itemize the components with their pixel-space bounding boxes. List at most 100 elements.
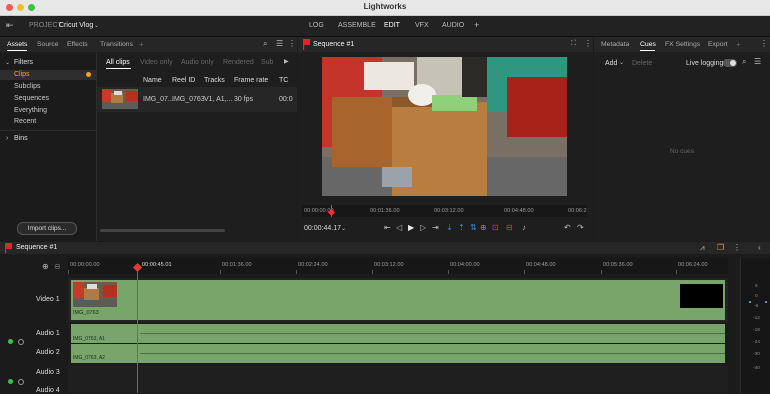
more-options-icon[interactable]: ⋮	[584, 40, 592, 48]
timeline-title: Sequence #1	[16, 244, 58, 251]
column-tc[interactable]: TC	[279, 77, 288, 84]
audio-enable-toggle[interactable]	[8, 379, 13, 384]
track-label-audio-3[interactable]: Audio 3	[36, 369, 60, 376]
timeline-playhead[interactable]	[137, 270, 138, 393]
assets-tab-underline	[7, 50, 27, 51]
audio-mix-icon[interactable]: ⩘	[700, 244, 705, 252]
microphone-icon[interactable]: ♪	[522, 224, 526, 232]
column-tracks[interactable]: Tracks	[204, 77, 225, 84]
video-clip-label: IMG_0763	[73, 310, 99, 316]
undo-icon[interactable]: ↶	[564, 224, 571, 232]
list-view-icon[interactable]: ☰	[754, 58, 761, 66]
chevron-right-icon[interactable]: ›	[6, 135, 8, 143]
tab-source[interactable]: Source	[37, 41, 59, 48]
step-forward-icon[interactable]: ▷	[420, 224, 426, 232]
video-frame	[322, 57, 567, 196]
viewer-ruler-label: 00:04:48.00	[504, 208, 534, 214]
insert-icon[interactable]: ⊡	[492, 224, 499, 232]
project-name[interactable]: Cricut Vlog	[59, 22, 93, 29]
viewer-playhead-marker[interactable]	[328, 209, 335, 216]
clip-tab-audio-only[interactable]: Audio only	[181, 59, 214, 66]
go-to-start-icon[interactable]: ⇤	[384, 224, 391, 232]
search-icon[interactable]: ⌕	[263, 40, 267, 48]
chevron-down-icon[interactable]: ⌄	[619, 59, 624, 67]
tab-cues[interactable]: Cues	[640, 41, 656, 48]
filter-item-everything[interactable]: Everything	[14, 107, 47, 114]
mark-in-icon[interactable]: ⇣	[446, 224, 453, 232]
column-frame-rate[interactable]: Frame rate	[234, 77, 268, 84]
tab-audio[interactable]: AUDIO	[442, 22, 464, 29]
fullscreen-icon[interactable]: ⛶	[571, 40, 576, 48]
track-label-audio-1[interactable]: Audio 1	[36, 330, 60, 337]
exit-project-icon[interactable]: ⇤	[6, 21, 14, 30]
track-label-audio-2[interactable]: Audio 2	[36, 349, 60, 356]
chevron-down-icon[interactable]: ⌄	[341, 225, 346, 233]
clip-tab-video-only[interactable]: Video only	[140, 59, 173, 66]
filter-item-subclips[interactable]: Subclips	[14, 83, 40, 90]
clip-tab-rendered[interactable]: Rendered	[223, 59, 254, 66]
tab-assets[interactable]: Assets	[7, 41, 27, 48]
step-back-icon[interactable]: ◁	[396, 224, 402, 232]
tab-edit[interactable]: EDIT	[384, 22, 400, 29]
horizontal-scrollbar[interactable]	[100, 229, 225, 232]
zoom-out-icon[interactable]: ⊖	[54, 263, 61, 271]
zoom-in-icon[interactable]: ⊕	[42, 263, 49, 271]
clip-tab-sub[interactable]: Sub	[261, 59, 273, 66]
audio-solo-toggle[interactable]	[18, 339, 24, 345]
add-tab-button[interactable]: +	[474, 20, 479, 30]
tab-log[interactable]: LOG	[309, 22, 324, 29]
redo-icon[interactable]: ↷	[577, 224, 584, 232]
filter-item-recent[interactable]: Recent	[14, 118, 36, 125]
sequence-flag-icon	[303, 39, 311, 50]
live-logging-toggle[interactable]	[723, 59, 737, 67]
chevron-left-icon[interactable]: ‹	[758, 244, 761, 252]
timeline-ruler-label: 00:04:00.00	[450, 262, 480, 268]
no-cues-message: No cues	[670, 148, 694, 155]
import-clips-button[interactable]: Import clips...	[17, 222, 77, 235]
filter-item-sequences[interactable]: Sequences	[14, 95, 49, 102]
add-cue-dropdown[interactable]: Add	[605, 60, 617, 67]
copy-layers-icon[interactable]: ❐	[717, 244, 724, 252]
chevron-down-icon[interactable]: ⌄	[5, 59, 10, 67]
add-cue-icon[interactable]: ⊕	[480, 224, 487, 232]
tab-transitions[interactable]: Transitions	[100, 41, 133, 48]
clip-tab-all[interactable]: All clips	[106, 59, 130, 66]
viewer-timecode[interactable]: 00:00:44.17	[304, 225, 341, 232]
list-view-icon[interactable]: ☰	[276, 40, 283, 48]
chevron-down-icon[interactable]: ⌄	[94, 22, 99, 30]
go-to-end-icon[interactable]: ⇥	[432, 224, 439, 232]
add-asset-tab-button[interactable]: +	[139, 40, 144, 49]
viewer-ruler-label: 00:06:2	[568, 208, 587, 214]
tab-export[interactable]: Export	[708, 41, 728, 48]
timeline-playhead-marker[interactable]	[133, 263, 142, 272]
replace-icon[interactable]: ⊟	[506, 224, 513, 232]
filters-label[interactable]: Filters	[14, 59, 33, 66]
mark-out-icon[interactable]: ⇡	[458, 224, 465, 232]
tab-vfx[interactable]: VFX	[415, 22, 429, 29]
tab-assemble[interactable]: ASSEMBLE	[338, 22, 376, 29]
play-triangle-icon[interactable]: ▶	[284, 58, 289, 66]
filter-active-dot	[86, 72, 91, 77]
tab-fx-settings[interactable]: FX Settings	[665, 41, 700, 48]
play-icon[interactable]: ▶	[408, 224, 414, 232]
more-options-icon[interactable]: ⋮	[760, 40, 768, 48]
tab-effects[interactable]: Effects	[67, 41, 88, 48]
audio-solo-toggle[interactable]	[18, 379, 24, 385]
delete-cue-button[interactable]: Delete	[632, 60, 652, 67]
more-options-icon[interactable]: ⋮	[288, 40, 296, 48]
clear-marks-icon[interactable]: ⇅	[470, 224, 477, 232]
bins-label[interactable]: Bins	[14, 135, 28, 142]
search-icon[interactable]: ⌕	[742, 58, 746, 66]
track-label-video-1[interactable]: Video 1	[36, 296, 60, 303]
timeline-ruler-label: 00:00:00.00	[70, 262, 100, 268]
filter-item-clips[interactable]: Clips	[14, 71, 30, 78]
meter-indicator	[765, 301, 767, 303]
more-options-icon[interactable]: ⋮	[733, 244, 741, 252]
video-clip[interactable]	[71, 280, 725, 320]
column-reel-id[interactable]: Reel ID	[172, 77, 195, 84]
tab-metadata[interactable]: Metadata	[601, 41, 629, 48]
add-panel-tab-button[interactable]: +	[736, 40, 741, 49]
column-name[interactable]: Name	[143, 77, 162, 84]
audio-enable-toggle[interactable]	[8, 339, 13, 344]
meter-label: -6	[754, 304, 759, 309]
